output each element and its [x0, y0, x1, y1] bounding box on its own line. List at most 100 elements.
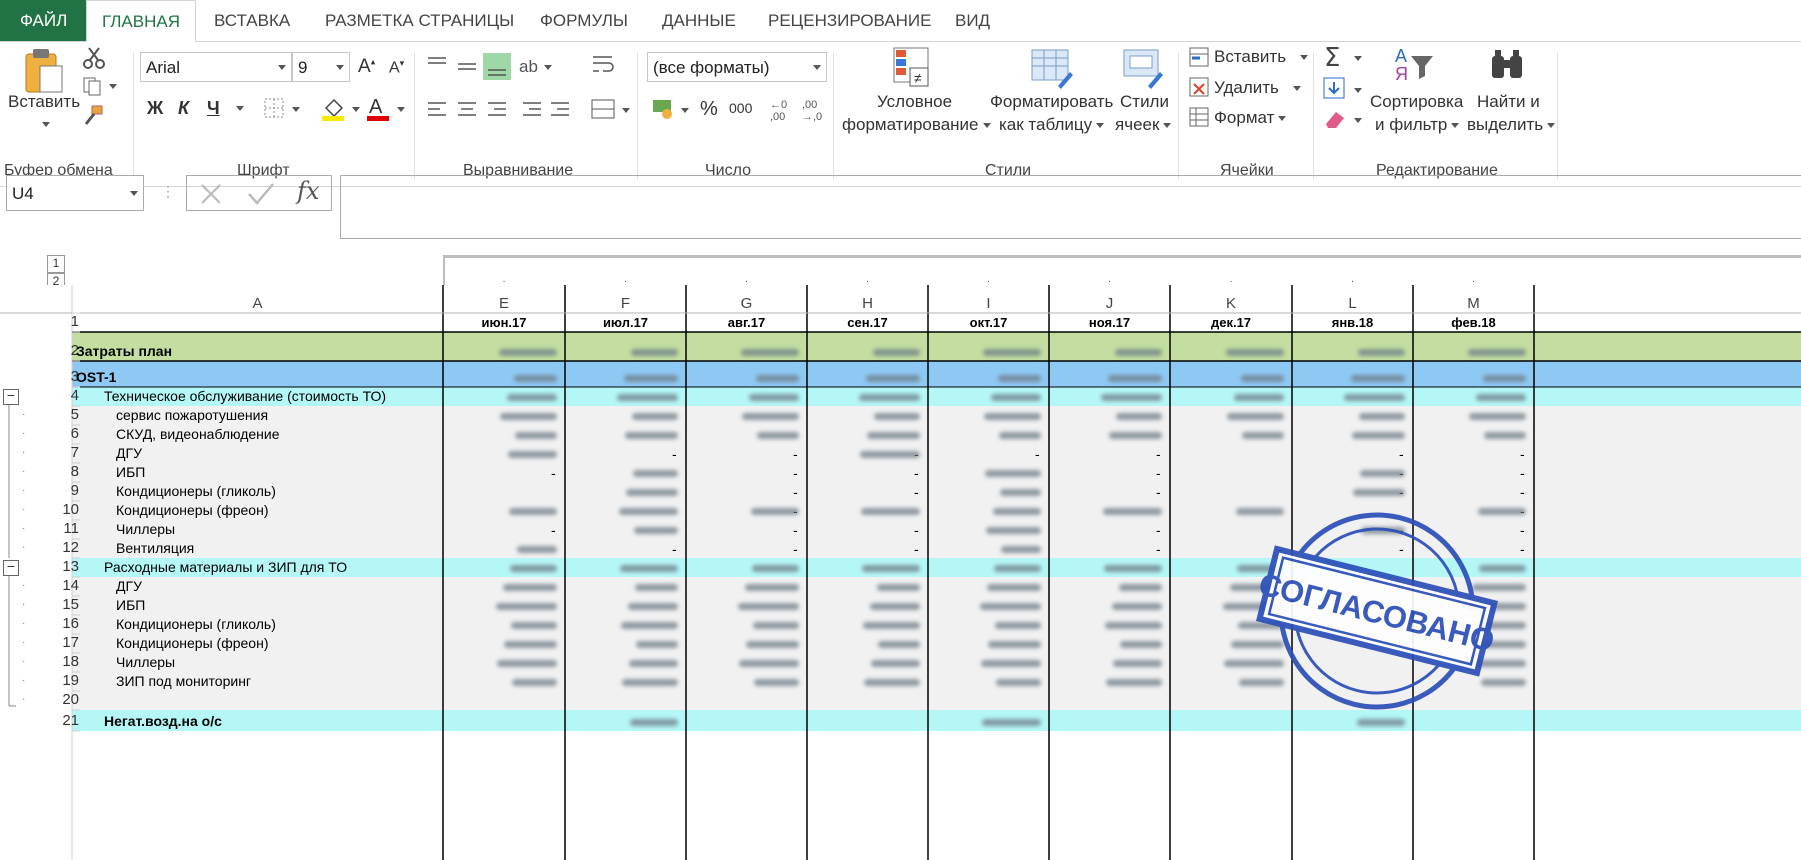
format-as-table-icon[interactable]: [1030, 46, 1074, 90]
month-header[interactable]: июн.17: [443, 315, 565, 330]
format-cells-icon[interactable]: [1188, 106, 1212, 128]
format-as-table-label-1[interactable]: Форматировать: [990, 92, 1113, 112]
redacted-value[interactable]: [1469, 413, 1526, 420]
row-label[interactable]: Затраты план: [76, 343, 172, 359]
dash-value[interactable]: -: [1520, 541, 1525, 557]
row-label[interactable]: СКУД, видеонаблюдение: [116, 426, 280, 442]
dash-value[interactable]: -: [1156, 446, 1161, 462]
row-label[interactable]: ДГУ: [116, 578, 142, 594]
redacted-value[interactable]: [1120, 641, 1162, 648]
redacted-value[interactable]: [626, 489, 678, 496]
horizontal-align-icons[interactable]: [425, 98, 575, 124]
row-number-18[interactable]: 18: [43, 653, 79, 670]
paste-icon[interactable]: [22, 46, 66, 96]
redacted-value[interactable]: [873, 349, 920, 356]
redacted-value[interactable]: [993, 508, 1041, 515]
redacted-value[interactable]: [745, 584, 799, 591]
redacted-value[interactable]: [625, 432, 678, 439]
redacted-value[interactable]: [742, 413, 799, 420]
column-outline-dot[interactable]: ·: [1170, 271, 1292, 293]
dash-value[interactable]: -: [1520, 465, 1525, 481]
column-header-k[interactable]: K: [1170, 293, 1292, 315]
format-as-table-button[interactable]: как таблицу: [999, 115, 1105, 135]
dash-value[interactable]: -: [1156, 484, 1161, 500]
column-outline-dot[interactable]: ·: [1413, 271, 1534, 293]
redacted-value[interactable]: [510, 565, 557, 572]
row-label[interactable]: Чиллеры: [116, 521, 175, 537]
month-header[interactable]: фев.18: [1413, 315, 1534, 330]
paste-dropdown-icon[interactable]: [42, 122, 50, 127]
merge-center-icon[interactable]: [590, 96, 632, 124]
dash-value[interactable]: -: [793, 446, 798, 462]
row-number-14[interactable]: 14: [43, 577, 79, 594]
italic-button[interactable]: К: [178, 98, 189, 119]
redacted-value[interactable]: [1103, 508, 1162, 515]
column-outline-dot[interactable]: ·: [928, 271, 1049, 293]
redacted-value[interactable]: [995, 622, 1041, 629]
dash-value[interactable]: -: [914, 522, 919, 538]
row-number-20[interactable]: 20: [43, 691, 79, 708]
font-color-icon[interactable]: A: [366, 94, 410, 124]
dash-value[interactable]: -: [1399, 446, 1404, 462]
tab-review[interactable]: РЕЦЕНЗИРОВАНИЕ: [768, 0, 932, 41]
month-header[interactable]: сен.17: [807, 315, 928, 330]
row-label[interactable]: Вентиляция: [116, 540, 194, 556]
redacted-value[interactable]: [987, 584, 1041, 591]
redacted-value[interactable]: [986, 527, 1041, 534]
redacted-value[interactable]: [630, 719, 678, 726]
row-label[interactable]: сервис пожаротушения: [116, 407, 268, 423]
redacted-value[interactable]: [752, 565, 799, 572]
redacted-value[interactable]: [756, 375, 799, 382]
row-number-5[interactable]: 5: [43, 406, 79, 423]
dash-value[interactable]: -: [1156, 541, 1161, 557]
clear-icon[interactable]: [1322, 106, 1366, 132]
column-header-e[interactable]: E: [443, 293, 565, 315]
row-number-19[interactable]: 19: [43, 672, 79, 689]
autosum-icon[interactable]: Σ: [1322, 44, 1366, 72]
redacted-value[interactable]: [1344, 394, 1405, 401]
redacted-value[interactable]: [1112, 603, 1162, 610]
row-label[interactable]: ДГУ: [116, 445, 142, 461]
redacted-value[interactable]: [860, 451, 920, 458]
row-label[interactable]: Кондиционеры (гликоль): [116, 483, 276, 499]
row-number-16[interactable]: 16: [43, 615, 79, 632]
column-outline-dot[interactable]: ·: [1049, 271, 1170, 293]
column-outline-dot[interactable]: ·: [686, 271, 807, 293]
month-header[interactable]: авг.17: [686, 315, 807, 330]
redacted-value[interactable]: [504, 641, 557, 648]
tab-formulas[interactable]: ФОРМУЛЫ: [540, 0, 628, 41]
month-header[interactable]: окт.17: [928, 315, 1049, 330]
row-label[interactable]: Негат.возд.на о/с: [104, 713, 222, 729]
outline-level-row-1[interactable]: 1: [47, 255, 65, 273]
row-label[interactable]: ИБП: [116, 464, 145, 480]
redacted-value[interactable]: [994, 565, 1041, 572]
redacted-value[interactable]: [633, 470, 678, 477]
font-name-select[interactable]: Arial: [140, 52, 292, 82]
column-outline-dot[interactable]: ·: [807, 271, 928, 293]
delete-cells-button[interactable]: Удалить: [1214, 78, 1301, 98]
dash-value[interactable]: -: [793, 541, 798, 557]
redacted-value[interactable]: [515, 432, 557, 439]
underline-dropdown-icon[interactable]: [236, 106, 244, 111]
column-outline-dot[interactable]: ·: [1292, 271, 1413, 293]
redacted-value[interactable]: [1357, 719, 1405, 726]
redacted-value[interactable]: [1115, 349, 1162, 356]
redacted-value[interactable]: [996, 679, 1041, 686]
percent-button[interactable]: %: [700, 98, 718, 121]
cell-styles-icon[interactable]: [1122, 46, 1166, 90]
row-number-17[interactable]: 17: [43, 634, 79, 651]
redacted-value[interactable]: [741, 349, 799, 356]
thousands-button[interactable]: 000: [729, 100, 752, 116]
row-number-13[interactable]: 13: [43, 558, 79, 575]
collapse-group-icon[interactable]: −: [3, 559, 19, 576]
name-box[interactable]: U4: [6, 175, 144, 211]
fill-color-icon[interactable]: [320, 94, 364, 124]
column-outline-dot[interactable]: ·: [565, 271, 686, 293]
redacted-value[interactable]: [985, 470, 1041, 477]
column-header-m[interactable]: M: [1413, 293, 1534, 315]
redacted-value[interactable]: [988, 641, 1041, 648]
redacted-value[interactable]: [738, 603, 799, 610]
redacted-value[interactable]: [1119, 584, 1162, 591]
redacted-value[interactable]: [1106, 679, 1162, 686]
row-label[interactable]: Чиллеры: [116, 654, 175, 670]
